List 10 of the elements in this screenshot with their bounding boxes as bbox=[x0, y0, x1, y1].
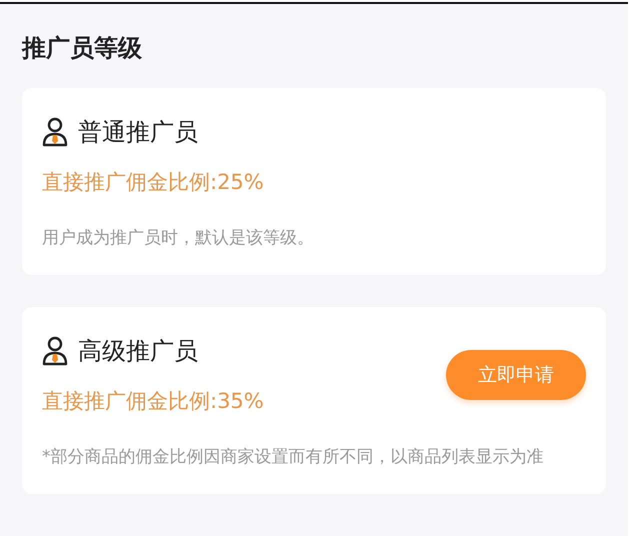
level-name: 普通推广员 bbox=[78, 117, 198, 148]
apply-button[interactable]: 立即申请 bbox=[446, 350, 586, 400]
person-icon bbox=[42, 336, 68, 366]
commission-rate: 直接推广佣金比例:35% bbox=[42, 388, 264, 415]
level-note: *部分商品的佣金比例因商家设置而有所不同，以商品列表显示为准 bbox=[42, 446, 544, 468]
level-note: 用户成为推广员时，默认是该等级。 bbox=[42, 227, 315, 249]
level-name: 高级推广员 bbox=[78, 336, 198, 367]
commission-rate: 直接推广佣金比例:25% bbox=[42, 169, 264, 196]
section-title: 推广员等级 bbox=[22, 33, 143, 64]
person-icon bbox=[42, 117, 68, 147]
